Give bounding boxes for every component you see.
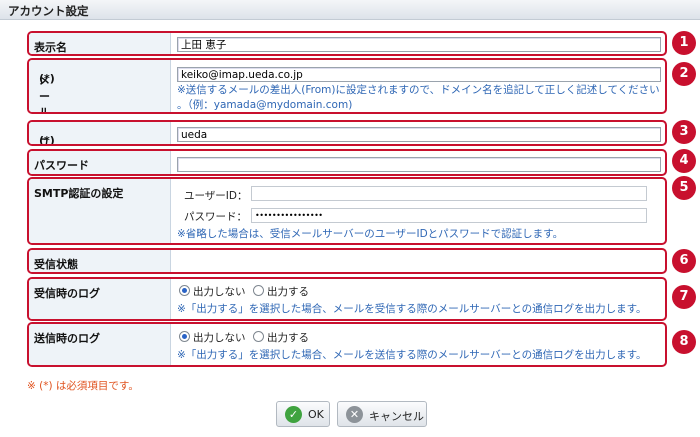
row-send-log: 送信時のログ 出力しない 出力する ※「出力する」を選択した場合、メールを送信す… (27, 322, 667, 367)
email-input[interactable] (177, 67, 661, 82)
row-receive-status: 受信状態 (27, 248, 667, 274)
send-log-on-label[interactable]: 出力する (267, 330, 309, 345)
label-cell: 受信状態 (29, 250, 171, 272)
window-title: アカウント設定 (8, 4, 89, 18)
receive-log-off-radio[interactable] (179, 285, 190, 296)
send-log-off-label[interactable]: 出力しない (193, 330, 246, 345)
window-titlebar: アカウント設定 (0, 0, 700, 20)
password-input[interactable] (177, 157, 661, 172)
receive-log-off-label[interactable]: 出力しない (193, 284, 246, 299)
required-mark: (*) (39, 134, 55, 146)
receive-log-on-label[interactable]: 出力する (267, 284, 309, 299)
label-cell: メールアドレス(*) (29, 60, 171, 112)
annotation-badge-4: 4 (672, 149, 696, 173)
row-receive-log: 受信時のログ 出力しない 出力する ※「出力する」を選択した場合、メールを受信す… (27, 277, 667, 321)
smtp-password-label: パスワード： (184, 211, 247, 223)
receive-status-value (172, 250, 665, 272)
row-display-name: 表示名 (27, 31, 667, 56)
annotation-badge-3: 3 (672, 120, 696, 144)
row-user-id: ユーザーID(*) (27, 120, 667, 146)
label-cell: 受信時のログ (29, 279, 171, 319)
receive-status-label: 受信状態 (34, 258, 78, 271)
label-cell: ユーザーID(*) (29, 122, 171, 144)
send-log-off-radio[interactable] (179, 331, 190, 342)
send-log-on-radio[interactable] (253, 331, 264, 342)
receive-log-on-radio[interactable] (253, 285, 264, 296)
cancel-button-label: キャンセル (369, 410, 424, 423)
required-mark: (*) (39, 72, 55, 85)
email-note-line1: ※送信するメールの差出人(From)に設定されますので、ドメイン名を追記して正し… (177, 84, 660, 96)
smtp-auth-label: SMTP認証の設定 (34, 187, 124, 200)
send-log-label: 送信時のログ (34, 332, 100, 345)
receive-log-note: ※「出力する」を選択した場合、メールを受信する際のメールサーバーとの通信ログを出… (177, 303, 647, 315)
user-id-input[interactable] (177, 127, 661, 142)
annotation-badge-8: 8 (672, 330, 696, 354)
annotation-badge-7: 7 (672, 285, 696, 309)
smtp-auth-note: ※省略した場合は、受信メールサーバーのユーザーIDとパスワードで認証します。 (177, 228, 564, 240)
ok-button[interactable]: ✓ OK (276, 401, 330, 427)
label-cell: SMTP認証の設定 (29, 179, 171, 243)
display-name-label: 表示名 (34, 41, 67, 54)
receive-log-label: 受信時のログ (34, 287, 100, 300)
row-smtp-auth: SMTP認証の設定 ユーザーID： パスワード： •••••••••••••••… (27, 177, 667, 245)
send-log-note: ※「出力する」を選択した場合、メールを送信する際のメールサーバーとの通信ログを出… (177, 349, 647, 361)
annotation-badge-1: 1 (672, 31, 696, 55)
smtp-user-id-input[interactable] (251, 186, 647, 201)
row-email: メールアドレス(*) ※送信するメールの差出人(From)に設定されますので、ド… (27, 58, 667, 114)
annotation-badge-2: 2 (672, 62, 696, 86)
label-cell: 送信時のログ (29, 324, 171, 365)
display-name-input[interactable] (177, 37, 661, 52)
row-password: パスワード (27, 149, 667, 176)
annotation-badge-5: 5 (672, 176, 696, 200)
label-cell: 表示名 (29, 33, 171, 54)
x-circle-icon: ✕ (346, 406, 363, 423)
annotation-badge-6: 6 (672, 249, 696, 273)
required-fields-note: ※ (*) は必須項目です。 (27, 380, 139, 392)
ok-button-label: OK (308, 408, 324, 421)
check-circle-icon: ✓ (285, 406, 302, 423)
smtp-password-input[interactable]: •••••••••••••••• (251, 208, 647, 223)
password-label: パスワード (34, 159, 89, 172)
email-note-line2: 。（例：yamada@mydomain.com) (177, 99, 353, 111)
label-cell: パスワード (29, 151, 171, 174)
smtp-user-id-label: ユーザーID： (184, 190, 248, 202)
cancel-button[interactable]: ✕ キャンセル (337, 401, 427, 427)
